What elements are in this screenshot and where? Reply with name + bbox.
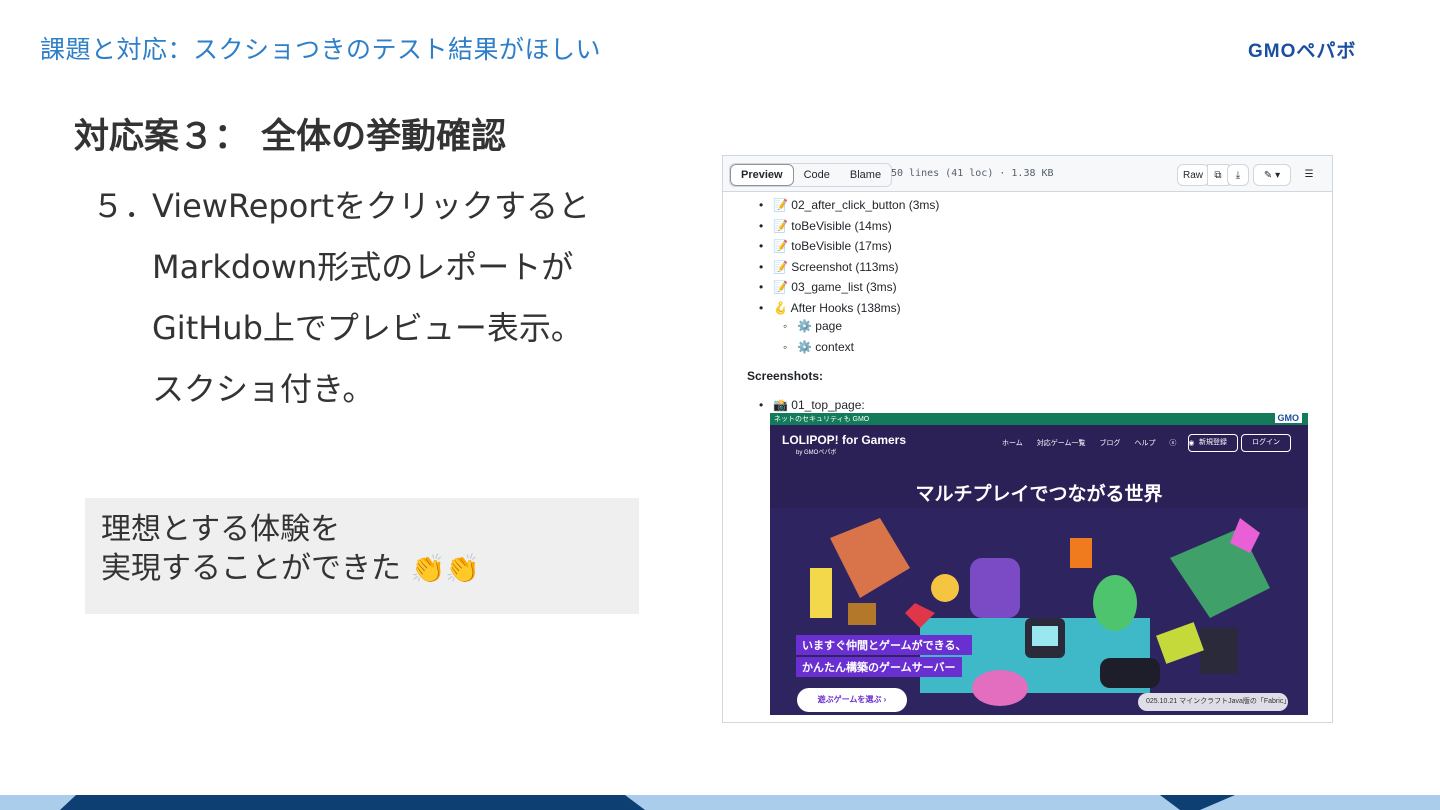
brand-logo: GMOペパボ xyxy=(1248,41,1357,62)
signup-button: 新規登録 xyxy=(1188,434,1238,452)
choose-game-button: 遊ぶゲームを選ぶ › xyxy=(797,688,907,712)
hero-illustration xyxy=(770,508,1308,715)
footer-band xyxy=(0,795,1440,810)
step-line-1: ５．ViewReportをクリックすると xyxy=(92,176,590,237)
raw-button[interactable]: Raw xyxy=(1177,164,1209,186)
edit-icon[interactable]: ✎ ▾ xyxy=(1253,164,1291,186)
outline-icon[interactable]: ☰ xyxy=(1297,164,1321,184)
step-line-4: スクショ付き。 xyxy=(152,370,375,408)
step-number: ５． xyxy=(92,187,157,225)
callout-text: 理想とする体験を 実現することができた 👏👏 xyxy=(101,510,480,588)
tab-blame[interactable]: Blame xyxy=(840,164,891,186)
step-line-2: Markdown形式のレポートが xyxy=(152,248,574,286)
x-icon: ⓧ xyxy=(1169,440,1177,447)
sub-list-item: ◦ ⚙️ page xyxy=(783,319,842,333)
list-item: • 📝 toBeVisible (14ms) xyxy=(759,219,892,233)
screenshots-heading: Screenshots: xyxy=(747,369,824,383)
login-button: ログイン xyxy=(1241,434,1291,452)
file-toolbar: Preview Code Blame 50 lines (41 loc) · 1… xyxy=(723,156,1332,192)
lolipop-logo: LOLIPOP! for Gamers by GMOペパボ xyxy=(782,433,907,456)
embedded-nav: LOLIPOP! for Gamers by GMOペパボ ホーム 対応ゲーム一… xyxy=(770,425,1308,456)
tab-preview[interactable]: Preview xyxy=(730,164,794,186)
list-item: • 📝 03_game_list (3ms) xyxy=(759,280,897,294)
list-item: • 📝 Screenshot (113ms) xyxy=(759,260,899,274)
list-item: • 🪝 After Hooks (138ms) xyxy=(759,301,901,315)
callout-box: 理想とする体験を 実現することができた 👏👏 xyxy=(85,498,639,614)
callout-line-1: 理想とする体験を xyxy=(101,512,341,547)
embedded-nav-links: ホーム 対応ゲーム一覧 ブログ ヘルプ ⓧ ◉ xyxy=(1002,440,1195,447)
embedded-screenshot: ネットのセキュリティも GMO GMO LOLIPOP! for Gamers … xyxy=(770,413,1308,715)
file-meta: 50 lines (41 loc) · 1.38 KB xyxy=(891,168,1054,179)
view-mode-tabs: Preview Code Blame xyxy=(729,163,893,187)
hero-headline: マルチプレイでつながる世界 xyxy=(915,484,1163,505)
github-preview-panel: Preview Code Blame 50 lines (41 loc) · 1… xyxy=(722,155,1333,723)
hero-tagline-1: いますぐ仲間とゲームができる、 xyxy=(796,635,973,655)
clap-icon: 👏👏 xyxy=(410,552,481,585)
sub-list-item: ◦ ⚙️ context xyxy=(783,340,854,354)
hero-tagline-2: かんたん構築のゲームサーバー xyxy=(796,657,962,677)
callout-line-2: 実現することができた 👏👏 xyxy=(101,551,481,586)
tab-code[interactable]: Code xyxy=(794,164,840,186)
slide-title: 対応案３： 全体の挙動確認 xyxy=(74,117,507,157)
step-text: ５．ViewReportをクリックすると Markdown形式のレポートが Gi… xyxy=(92,176,590,420)
list-item: • 📝 toBeVisible (17ms) xyxy=(759,239,892,253)
copy-icon[interactable]: ⧉ xyxy=(1207,164,1229,186)
header-title: 課題と対応：スクショつきのテスト結果がほしい xyxy=(40,35,602,64)
step-line-3: GitHub上でプレビュー表示。 xyxy=(152,309,583,347)
screenshot-list-item: • 📸 01_top_page: xyxy=(759,398,865,412)
embedded-top-bar: ネットのセキュリティも GMO GMO xyxy=(770,413,1308,425)
gmo-logo: GMO xyxy=(1274,413,1302,423)
news-ticker: 025.10.21 マインクラフトJava版の「Fabric」 xyxy=(1138,693,1288,711)
download-icon[interactable]: ⤓ xyxy=(1227,164,1249,186)
list-item: • 📝 02_after_click_button (3ms) xyxy=(759,198,940,212)
